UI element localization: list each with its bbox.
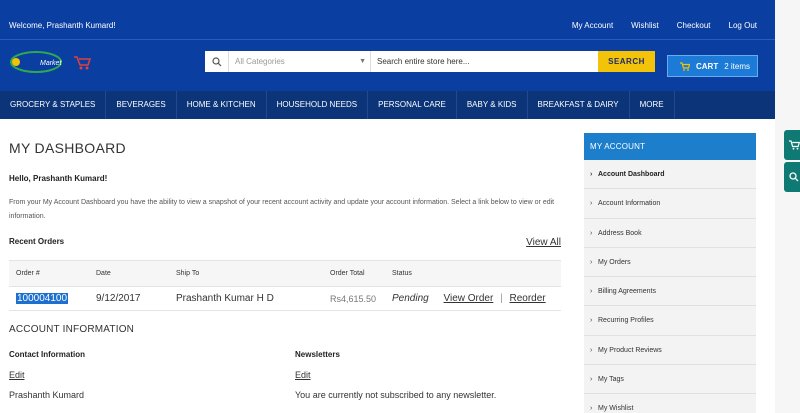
newsletters-title: Newsletters xyxy=(295,350,340,359)
table-header-row: Order # Date Ship To Order Total Status xyxy=(9,260,561,287)
nav-breakfast-dairy[interactable]: BREAKFAST & DAIRY xyxy=(528,91,630,119)
logo-dot xyxy=(12,58,20,66)
search-icon[interactable] xyxy=(205,51,229,72)
col-status: Status xyxy=(392,260,561,287)
search-input[interactable] xyxy=(371,51,598,72)
chevron-right-icon: › xyxy=(590,346,593,354)
sidebar-title: MY ACCOUNT xyxy=(584,133,756,160)
chevron-right-icon: › xyxy=(590,200,593,208)
sidebar-item-my-wishlist[interactable]: › My Wishlist xyxy=(584,394,756,413)
col-ship-to: Ship To xyxy=(176,260,330,287)
page-title: MY DASHBOARD xyxy=(9,140,126,156)
nav-beverages[interactable]: BEVERAGES xyxy=(106,91,177,119)
recent-orders-title: Recent Orders xyxy=(9,237,65,246)
view-order-link[interactable]: View Order xyxy=(443,293,493,304)
nav-home-kitchen[interactable]: HOME & KITCHEN xyxy=(177,91,267,119)
recent-orders-table: Order # Date Ship To Order Total Status … xyxy=(9,260,561,311)
view-all-link[interactable]: View All xyxy=(526,237,561,248)
greeting: Hello, Prashanth Kumard! xyxy=(9,174,108,183)
header-top-bar: Welcome, Prashanth Kumard! My Account Wi… xyxy=(0,0,775,40)
col-order-number: Order # xyxy=(9,260,96,287)
chevron-right-icon: › xyxy=(590,317,593,325)
floating-cart-icon[interactable] xyxy=(784,130,800,160)
wishlist-link[interactable]: Wishlist xyxy=(631,21,659,30)
logout-link[interactable]: Log Out xyxy=(729,21,757,30)
chevron-right-icon: › xyxy=(590,229,593,237)
link-separator: | xyxy=(500,293,503,304)
order-ship-to: Prashanth Kumar H D xyxy=(176,286,330,311)
order-status: Pending xyxy=(392,293,429,304)
site-logo[interactable]: Market xyxy=(10,51,100,73)
sidebar-item-my-orders[interactable]: › My Orders xyxy=(584,248,756,278)
account-information-title: ACCOUNT INFORMATION xyxy=(9,324,135,335)
account-sidebar: MY ACCOUNT › Account Dashboard › Account I… xyxy=(584,133,756,413)
chevron-right-icon: › xyxy=(590,405,593,413)
chevron-right-icon: › xyxy=(590,171,593,178)
sidebar-item-my-tags[interactable]: › My Tags xyxy=(584,365,756,395)
reorder-link[interactable]: Reorder xyxy=(510,293,546,304)
chevron-right-icon: › xyxy=(590,258,593,266)
order-date: 9/12/2017 xyxy=(96,286,176,311)
search-bar: All Categories ▼ SEARCH xyxy=(205,51,655,72)
chevron-right-icon: › xyxy=(590,288,593,296)
contact-information-title: Contact Information xyxy=(9,350,85,359)
checkout-link[interactable]: Checkout xyxy=(677,21,711,30)
category-select-value: All Categories xyxy=(235,57,285,66)
sidebar-item-recurring-profiles[interactable]: › Recurring Profiles xyxy=(584,306,756,336)
page-edge xyxy=(775,0,800,413)
order-total: Rs4,615.50 xyxy=(330,286,392,311)
nav-more[interactable]: MORE xyxy=(630,91,675,119)
top-links: My Account Wishlist Checkout Log Out xyxy=(572,21,757,30)
nav-baby-kids[interactable]: BABY & KIDS xyxy=(457,91,528,119)
chevron-down-icon: ▼ xyxy=(359,58,366,65)
page: Welcome, Prashanth Kumard! My Account Wi… xyxy=(0,0,775,413)
col-order-total: Order Total xyxy=(330,260,392,287)
logo-text: Market xyxy=(40,60,62,67)
contact-name: Prashanth Kumard xyxy=(9,390,85,400)
sidebar-item-address-book[interactable]: › Address Book xyxy=(584,219,756,248)
site-header: Welcome, Prashanth Kumard! My Account Wi… xyxy=(0,0,775,91)
floating-search-icon[interactable] xyxy=(784,162,800,192)
logo-cart-icon xyxy=(74,56,92,66)
dashboard-content: MY DASHBOARD Hello, Prashanth Kumard! Fr… xyxy=(9,119,565,413)
sidebar-item-account-dashboard[interactable]: › Account Dashboard xyxy=(584,160,756,190)
main-nav: GROCERY & STAPLES BEVERAGES HOME & KITCH… xyxy=(0,91,775,119)
welcome-message: Welcome, Prashanth Kumard! xyxy=(9,21,116,30)
table-row: 100004100 9/12/2017 Prashanth Kumar H D … xyxy=(9,286,561,311)
nav-personal-care[interactable]: PERSONAL CARE xyxy=(368,91,457,119)
cart-icon xyxy=(680,61,690,71)
dashboard-intro: From your My Account Dashboard you have … xyxy=(9,199,555,220)
sidebar-item-billing-agreements[interactable]: › Billing Agreements xyxy=(584,277,756,307)
cart-label: CART xyxy=(696,61,719,71)
search-button[interactable]: SEARCH xyxy=(598,51,655,72)
sidebar-item-product-reviews[interactable]: › My Product Reviews xyxy=(584,336,756,366)
nav-household-needs[interactable]: HOUSEHOLD NEEDS xyxy=(267,91,369,119)
edit-newsletters-link[interactable]: Edit xyxy=(295,370,311,380)
cart-count: 2 items xyxy=(724,61,751,71)
newsletter-status: You are currently not subscribed to any … xyxy=(295,390,497,400)
col-date: Date xyxy=(96,260,176,287)
cart-button[interactable]: CART 2 items xyxy=(667,55,758,77)
nav-grocery-staples[interactable]: GROCERY & STAPLES xyxy=(0,91,107,119)
sidebar-item-account-information[interactable]: › Account Information xyxy=(584,189,756,219)
category-select[interactable]: All Categories ▼ xyxy=(229,51,371,72)
my-account-link[interactable]: My Account xyxy=(572,21,613,30)
chevron-right-icon: › xyxy=(590,376,593,384)
edit-contact-link[interactable]: Edit xyxy=(9,370,25,380)
order-number[interactable]: 100004100 xyxy=(16,293,69,304)
